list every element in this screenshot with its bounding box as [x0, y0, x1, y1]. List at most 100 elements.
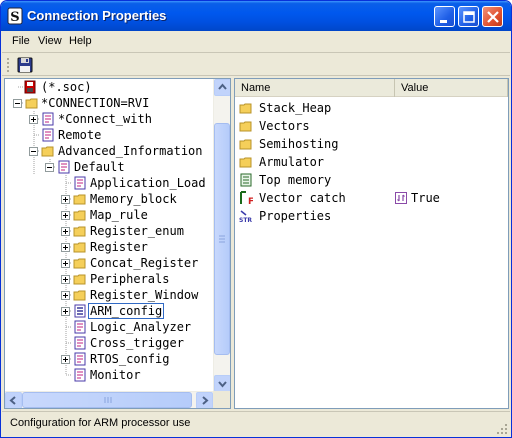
tree-item-advanced-information[interactable]: Advanced_Information — [5, 143, 213, 159]
property-list-pane: Name Value Stack_Heap Vectors Semihostin… — [234, 78, 509, 409]
expand-toggle[interactable] — [61, 291, 70, 300]
list-row-armulator[interactable]: Armulator — [235, 153, 508, 171]
expand-toggle[interactable] — [29, 115, 38, 124]
list-row-vector-catch[interactable]: F Vector catch True — [235, 189, 508, 207]
tree-item-default[interactable]: Default — [5, 159, 213, 175]
list-header: Name Value — [235, 79, 508, 97]
scroll-thumb-horizontal[interactable] — [22, 392, 192, 408]
folder-icon — [73, 210, 86, 221]
expand-toggle[interactable] — [61, 243, 70, 252]
arrow-up-icon — [218, 83, 227, 90]
tree-item-register-window[interactable]: Register_Window — [5, 287, 213, 303]
list-name: Vectors — [259, 119, 310, 133]
folder-icon — [73, 194, 86, 205]
tree-item-remote[interactable]: Remote — [5, 127, 213, 143]
list-name: Semihosting — [259, 137, 339, 151]
grip-icon — [104, 397, 112, 403]
tree-item-memory-block[interactable]: Memory_block — [5, 191, 213, 207]
tree-item-peripherals[interactable]: Peripherals — [5, 271, 213, 287]
tree-item-connection[interactable]: *CONNECTION=RVI — [5, 95, 213, 111]
list-value: True — [411, 191, 440, 205]
scroll-right-button[interactable] — [196, 392, 213, 408]
list-name: Top memory — [259, 173, 332, 187]
list-name: Vector catch — [259, 191, 346, 205]
tree-item-soc[interactable]: (*.soc) — [5, 79, 213, 95]
tree-item-concat-register[interactable]: Concat_Register — [5, 255, 213, 271]
property-group-icon — [58, 160, 70, 174]
tree-label: (*.soc) — [41, 80, 92, 94]
tree-label: Logic_Analyzer — [90, 320, 192, 334]
folder-icon — [41, 146, 54, 157]
folder-icon — [25, 98, 38, 109]
column-header-value[interactable]: Value — [395, 79, 508, 97]
folder-icon — [239, 103, 252, 114]
property-group-icon — [74, 352, 86, 366]
minimize-button[interactable] — [434, 6, 455, 27]
menu-file[interactable]: File — [12, 35, 30, 47]
list-row-vectors[interactable]: Vectors — [235, 117, 508, 135]
tree-vertical-scrollbar[interactable] — [213, 79, 230, 392]
tree-item-map-rule[interactable]: Map_rule — [5, 207, 213, 223]
soc-file-icon — [24, 80, 36, 94]
close-button[interactable] — [482, 6, 503, 27]
tree-horizontal-scrollbar[interactable] — [5, 391, 213, 408]
config-icon — [74, 304, 86, 318]
tree-label: Register — [90, 240, 148, 254]
tree-item-cross-trigger[interactable]: Cross_trigger — [5, 335, 213, 351]
tree-item-arm-config[interactable]: ARM_config — [5, 303, 213, 319]
expand-toggle[interactable] — [61, 195, 70, 204]
folder-icon — [73, 258, 86, 269]
list-row-properties[interactable]: STR Properties — [235, 207, 508, 225]
scroll-up-button[interactable] — [214, 79, 230, 96]
scroll-down-button[interactable] — [214, 375, 230, 392]
toolbar-grip[interactable] — [6, 57, 10, 73]
resize-grip-icon[interactable] — [496, 423, 508, 435]
tree-label: Application_Load — [90, 176, 206, 190]
menu-view[interactable]: View — [38, 35, 62, 47]
collapse-toggle[interactable] — [29, 147, 38, 156]
expand-toggle[interactable] — [61, 355, 70, 364]
expand-toggle[interactable] — [61, 307, 70, 316]
flag-icon: F — [240, 191, 253, 205]
tree-item-register-enum[interactable]: Register_enum — [5, 223, 213, 239]
expand-toggle[interactable] — [61, 259, 70, 268]
tree-label: Cross_trigger — [90, 336, 184, 350]
tree-label: Peripherals — [90, 272, 170, 286]
collapse-toggle[interactable] — [45, 163, 54, 172]
property-group-icon — [74, 336, 86, 350]
list-row-top-memory[interactable]: Top memory — [235, 171, 508, 189]
floppy-disk-icon — [17, 57, 33, 73]
tree-item-register[interactable]: Register — [5, 239, 213, 255]
svg-text:STR: STR — [239, 217, 252, 223]
tree-label-selected: ARM_config — [87, 303, 165, 319]
property-group-icon — [42, 128, 54, 142]
tree-item-logic-analyzer[interactable]: Logic_Analyzer — [5, 319, 213, 335]
tree-label: *CONNECTION=RVI — [41, 96, 150, 110]
arrow-left-icon — [9, 396, 16, 405]
tree-label: Register_enum — [90, 224, 184, 238]
expand-toggle[interactable] — [61, 211, 70, 220]
collapse-toggle[interactable] — [13, 99, 22, 108]
expand-toggle[interactable] — [61, 227, 70, 236]
scroll-left-button[interactable] — [5, 392, 22, 408]
scroll-thumb[interactable] — [214, 123, 230, 355]
tree-label: Memory_block — [90, 192, 177, 206]
folder-icon — [239, 157, 252, 168]
tree-label: Monitor — [90, 368, 141, 382]
save-button[interactable] — [16, 56, 34, 74]
list-row-semihosting[interactable]: Semihosting — [235, 135, 508, 153]
expand-toggle[interactable] — [61, 275, 70, 284]
column-header-name[interactable]: Name — [235, 79, 395, 97]
tree-item-application-load[interactable]: Application_Load — [5, 175, 213, 191]
tree-item-connect-with[interactable]: *Connect_with — [5, 111, 213, 127]
tree-item-rtos-config[interactable]: RTOS_config — [5, 351, 213, 367]
tree-item-monitor[interactable]: Monitor — [5, 367, 213, 383]
list-row-stack-heap[interactable]: Stack_Heap — [235, 99, 508, 117]
arrow-right-icon — [202, 396, 209, 405]
maximize-button[interactable] — [458, 6, 479, 27]
menu-help[interactable]: Help — [69, 35, 92, 47]
title-bar[interactable]: S Connection Properties — [1, 1, 511, 31]
boolean-toggle-icon[interactable] — [395, 192, 407, 204]
property-group-icon — [74, 320, 86, 334]
tree-pane: (*.soc) *CONNECTION=RVI *Connect_with Re… — [4, 78, 231, 409]
